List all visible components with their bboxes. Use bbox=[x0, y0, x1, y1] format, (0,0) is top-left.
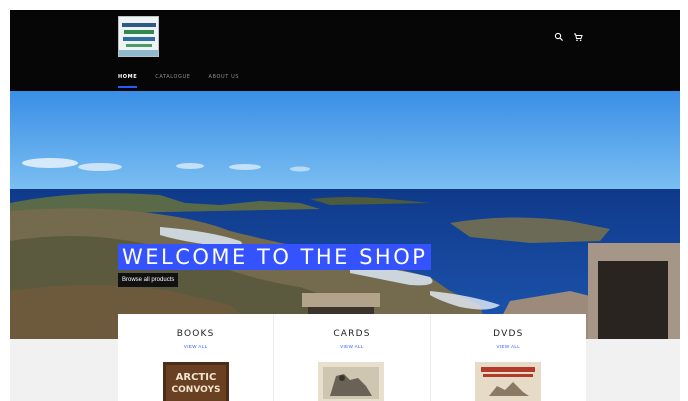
view-all-link[interactable]: VIEW ALL bbox=[118, 344, 273, 349]
nav-item-about-us[interactable]: ABOUT US bbox=[208, 74, 239, 86]
svg-text:ARCTIC: ARCTIC bbox=[176, 372, 217, 383]
store-logo[interactable] bbox=[118, 16, 159, 57]
collection-cards[interactable]: CARDS VIEW ALL bbox=[274, 314, 431, 401]
cart-icon[interactable] bbox=[573, 32, 583, 42]
header-icons bbox=[554, 32, 583, 42]
collection-title: DVDS bbox=[493, 329, 524, 339]
browse-all-button[interactable]: Browse all products bbox=[118, 273, 179, 287]
main-nav: HOME CATALOGUE ABOUT US bbox=[118, 74, 239, 88]
nav-item-home[interactable]: HOME bbox=[118, 74, 138, 88]
collection-title: BOOKS bbox=[176, 329, 215, 339]
view-all-link[interactable]: VIEW ALL bbox=[274, 344, 429, 349]
nav-item-catalogue[interactable]: CATALOGUE bbox=[155, 74, 190, 86]
view-all-link[interactable]: VIEW ALL bbox=[431, 344, 586, 349]
collection-image[interactable] bbox=[474, 362, 541, 401]
search-icon[interactable] bbox=[554, 32, 564, 42]
hero-banner: WELCOME TO THE SHOP Browse all products bbox=[10, 91, 680, 339]
svg-text:CONVOYS: CONVOYS bbox=[172, 385, 221, 395]
collection-dvds[interactable]: DVDS VIEW ALL bbox=[431, 314, 586, 401]
hero-title: WELCOME TO THE SHOP bbox=[118, 244, 432, 270]
collections-grid: BOOKS VIEW ALL ARCTIC CONVOYS CARDS VIEW… bbox=[118, 314, 586, 401]
collection-books[interactable]: BOOKS VIEW ALL ARCTIC CONVOYS bbox=[118, 314, 275, 401]
collection-image[interactable] bbox=[318, 362, 385, 401]
site-header: HOME CATALOGUE ABOUT US bbox=[10, 10, 680, 91]
page-frame: HOME CATALOGUE ABOUT US WELCOME TO THE S… bbox=[10, 10, 680, 401]
hero-image bbox=[10, 91, 680, 339]
collection-image[interactable]: ARCTIC CONVOYS bbox=[163, 362, 229, 401]
collection-title: CARDS bbox=[333, 329, 371, 339]
